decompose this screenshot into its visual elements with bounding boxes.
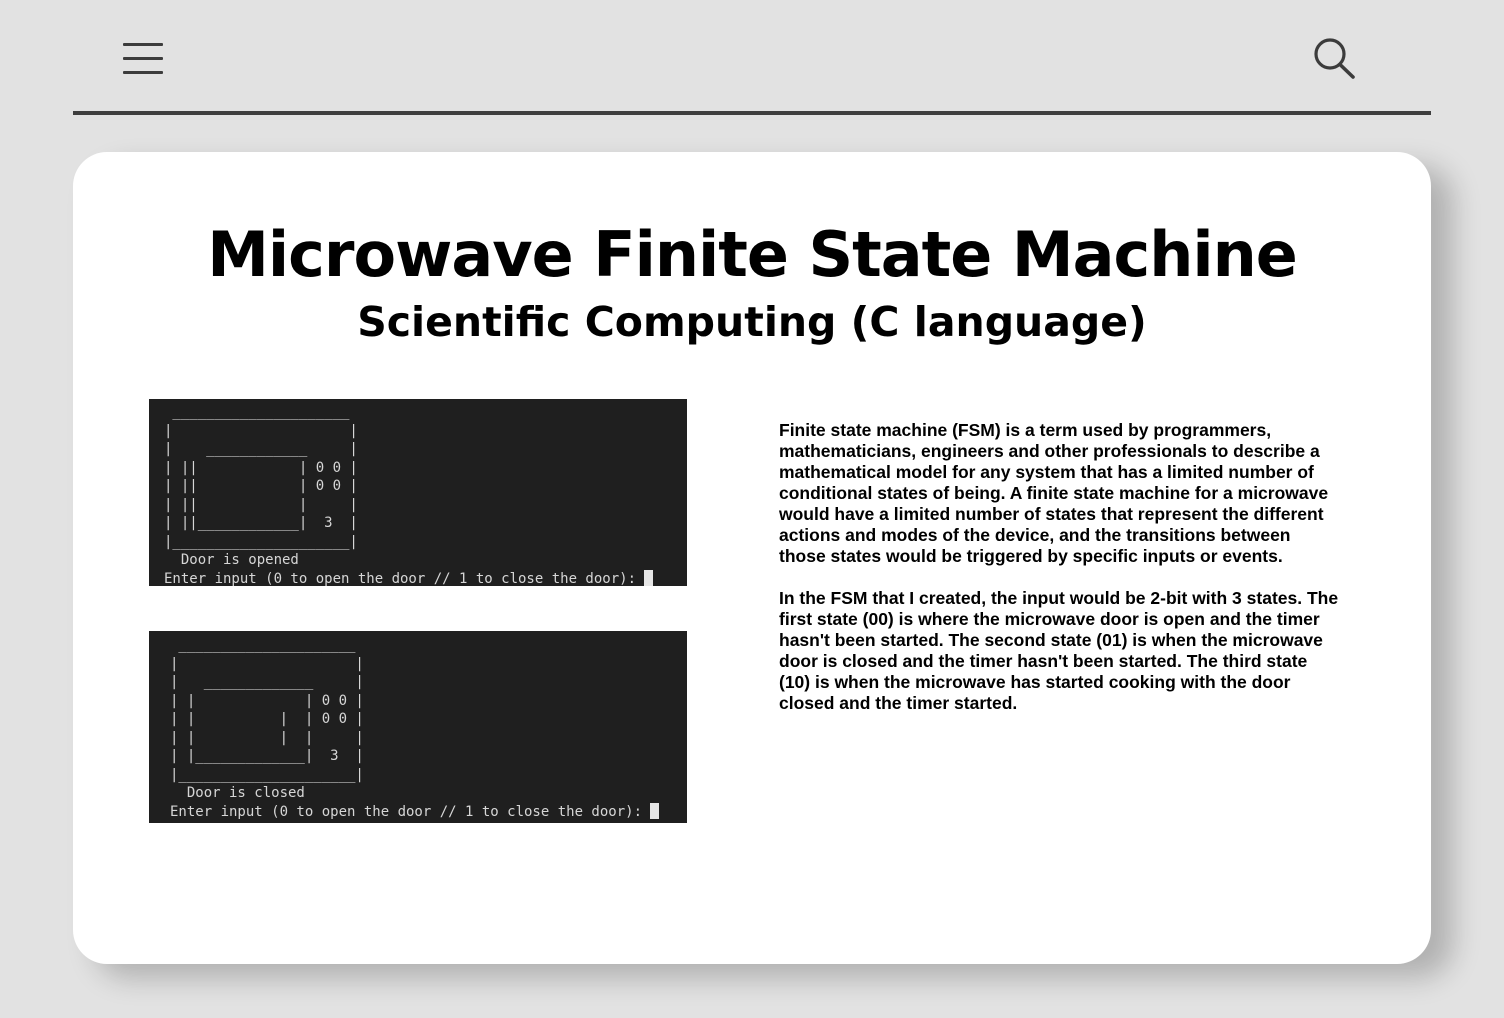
search-icon [1314,38,1355,79]
input-prompt-text: Enter input (0 to open the door // 1 to … [164,570,645,587]
microwave-ascii-art: _____________________ | | | ____________… [164,404,358,550]
page-subtitle: Scientific Computing (C language) [357,298,1147,346]
content-card: Microwave Finite State Machine Scientifi… [73,152,1431,964]
fsm-description: Finite state machine (FSM) is a term use… [779,420,1339,735]
terminal-screenshot-door-opened: _____________________ | | | ____________… [149,399,687,586]
terminal-cursor [650,802,660,819]
door-status-text: Door is opened [164,552,299,568]
page-title: Microwave Finite State Machine [207,218,1298,291]
header-divider [73,111,1431,115]
description-paragraph-1: Finite state machine (FSM) is a term use… [779,420,1329,566]
microwave-ascii-art: _____________________ | | | ____________… [170,637,364,783]
description-paragraph-2: In the FSM that I created, the input wou… [779,588,1339,713]
terminal-cursor [644,569,654,586]
input-prompt-text: Enter input (0 to open the door // 1 to … [170,803,651,820]
door-status-text: Door is closed [170,785,305,801]
menu-button[interactable] [121,41,165,77]
search-button[interactable] [1311,36,1357,80]
terminal-screenshot-door-closed: _____________________ | | | ____________… [149,631,687,823]
